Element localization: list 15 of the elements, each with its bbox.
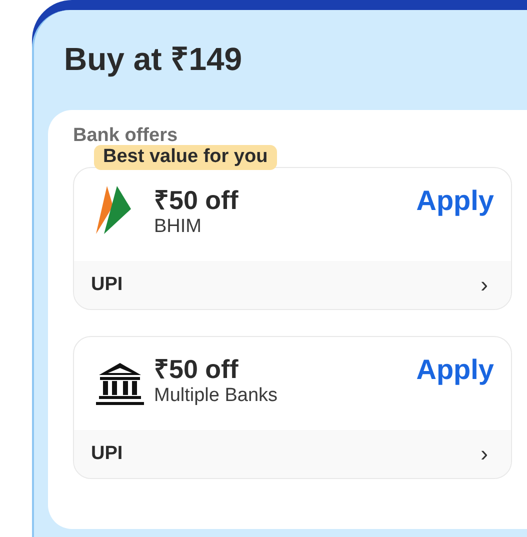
section-heading: Bank offers [73,126,179,145]
chevron-button[interactable]: › [480,274,488,296]
chevron-button[interactable]: › [480,443,488,465]
offer-amount: ₹50 off [154,186,240,215]
offer-provider: BHIM [154,214,202,239]
offer-amount: ₹50 off [154,355,240,384]
best-value-badge: Best value for you [94,145,277,170]
apply-button[interactable]: Apply [416,355,494,386]
payment-method: UPI [91,272,123,297]
payment-method: UPI [91,442,123,466]
arrows-logo-icon [96,186,132,234]
bank-icon [96,361,144,405]
offer-provider: Multiple Banks [154,384,279,408]
apply-button[interactable]: Apply [416,186,494,217]
page-title: Buy at ₹149 [63,40,244,79]
